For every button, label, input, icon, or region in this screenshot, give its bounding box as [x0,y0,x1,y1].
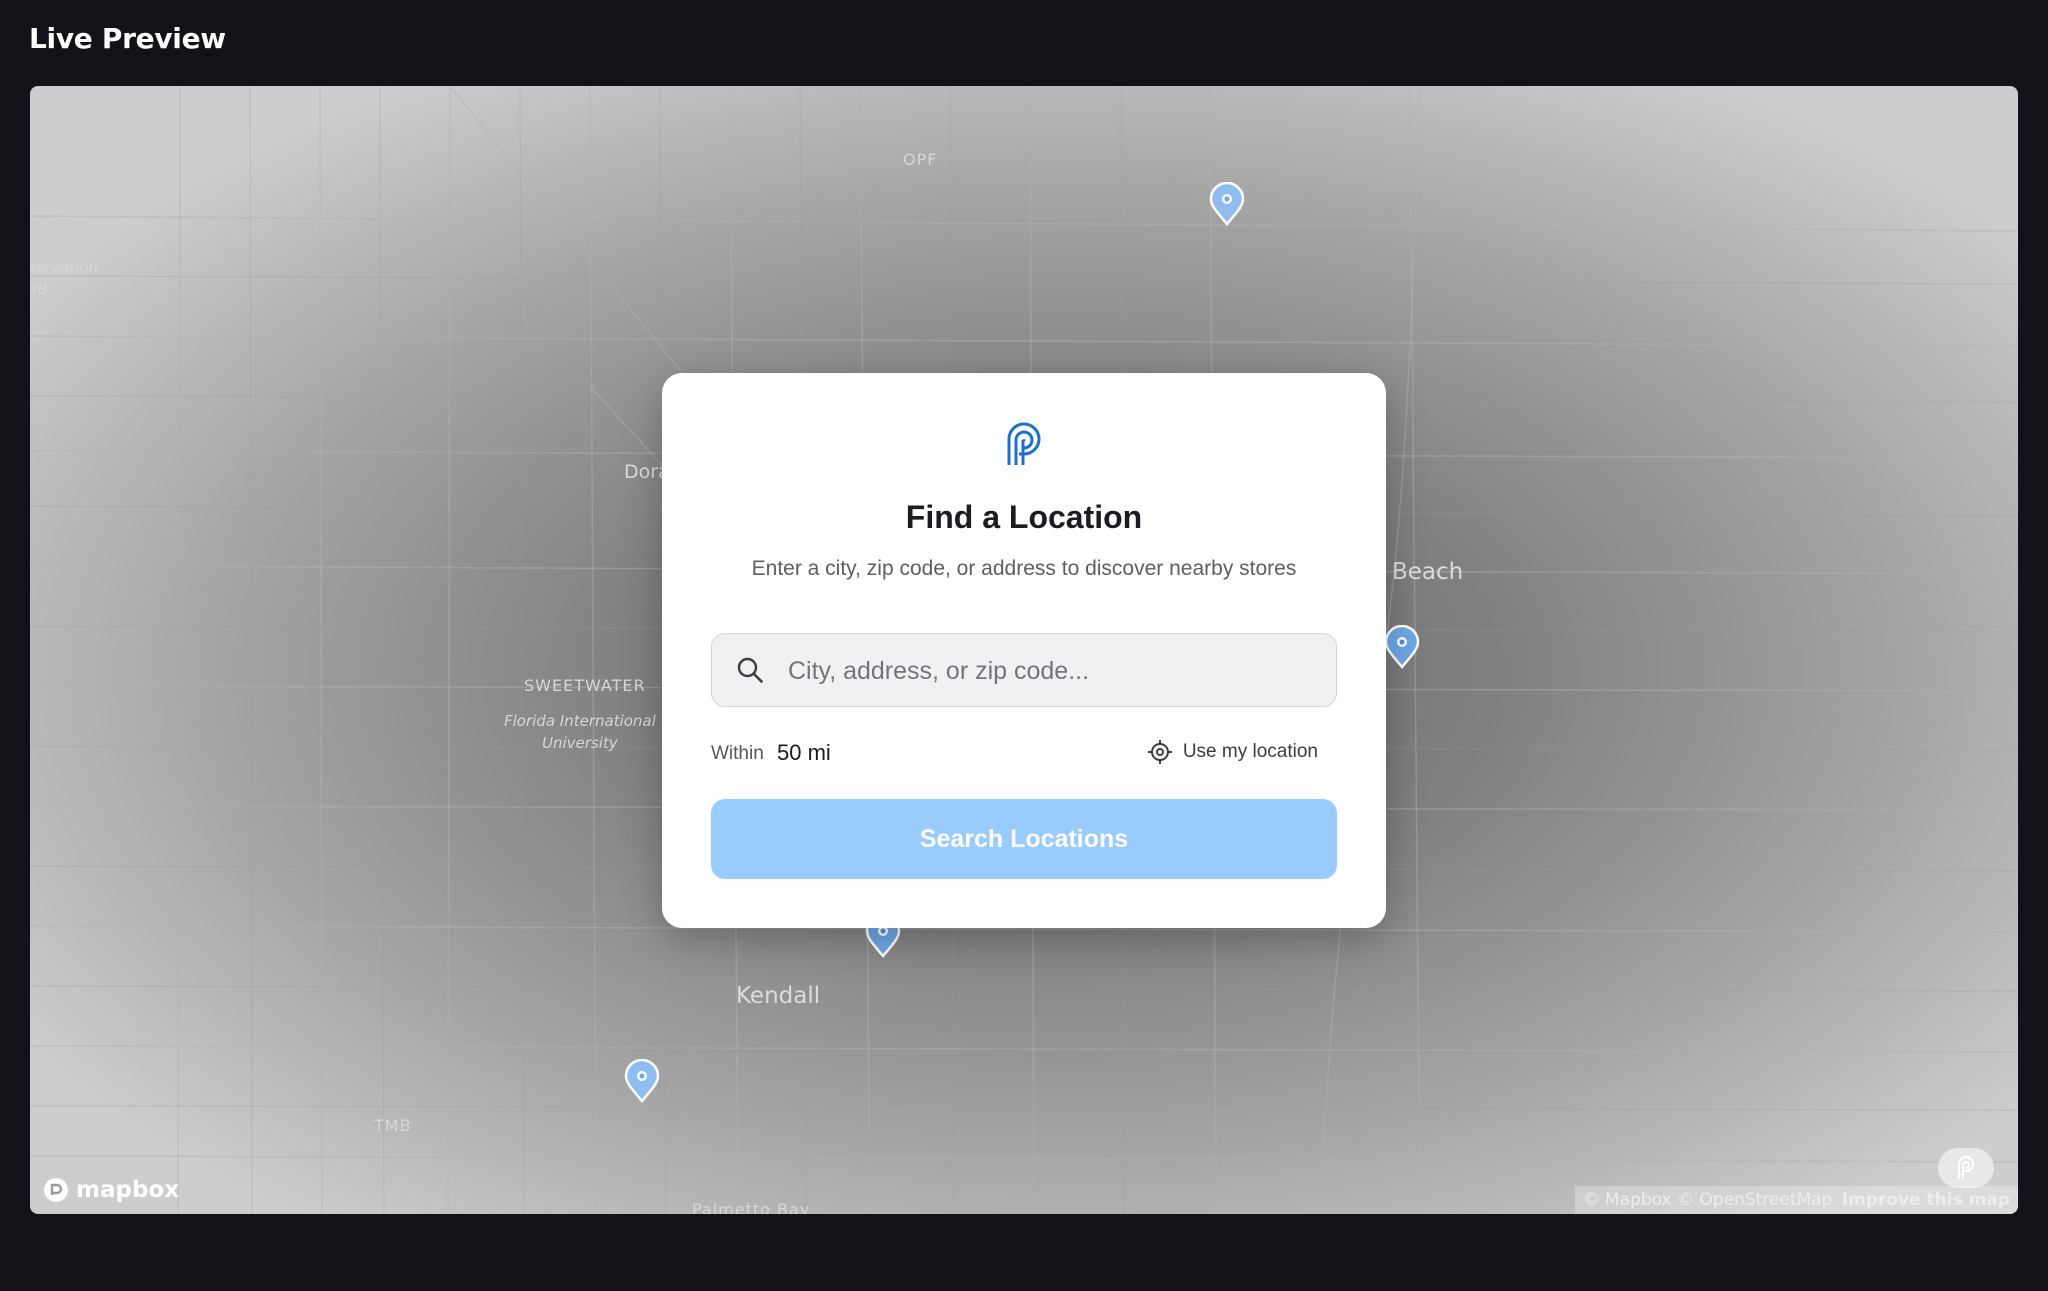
mapbox-wordmark: mapbox [76,1177,180,1203]
map-label-sweetwater: SWEETWATER [524,676,646,695]
brand-p-logo-icon [1007,422,1041,465]
mapbox-logo[interactable]: mapbox [42,1176,179,1204]
map-label-beach: Beach [1392,559,1464,585]
crosshair-icon [1147,740,1172,764]
within-label: Within [711,743,764,764]
page-title: Live Preview [29,22,226,55]
map-label-tmb: TMB [374,1116,412,1135]
search-icon [737,657,763,683]
use-my-location-label: Use my location [1182,741,1318,762]
brand-p-icon [1958,1156,1975,1179]
map-brand-badge[interactable] [1938,1148,1994,1188]
map-pin-icon[interactable] [623,1059,661,1103]
map-label-opf: OPF [903,150,938,169]
map-label-fiu: Florida International University [504,712,656,752]
map-pin-icon[interactable] [1208,182,1246,226]
map-label-conservation: servation3B [30,258,99,298]
search-locations-button[interactable]: Search Locations [711,799,1337,879]
find-location-card: Find a Location Enter a city, zip code, … [662,373,1386,928]
mapbox-icon [44,1178,68,1202]
osm-attribution-link[interactable]: © OpenStreetMap [1677,1190,1832,1210]
card-title: Find a Location [905,499,1143,535]
search-input[interactable] [786,634,1320,708]
map-label-kendall: Kendall [736,983,821,1009]
map-label-palmetto-bay: Palmetto Bay [692,1200,811,1214]
radius-selector[interactable]: 50 mi [777,740,831,766]
card-subtitle: Enter a city, zip code, or address to di… [751,557,1297,580]
map-pin-icon[interactable] [1383,625,1421,669]
use-my-location-button[interactable]: Use my location [1147,739,1318,765]
mapbox-attribution-link[interactable]: © Mapbox [1583,1190,1672,1210]
search-box[interactable] [711,633,1337,708]
map-attribution: © Mapbox © OpenStreetMap Improve this ma… [1574,1186,2018,1214]
improve-map-link[interactable]: Improve this map [1842,1190,2010,1210]
